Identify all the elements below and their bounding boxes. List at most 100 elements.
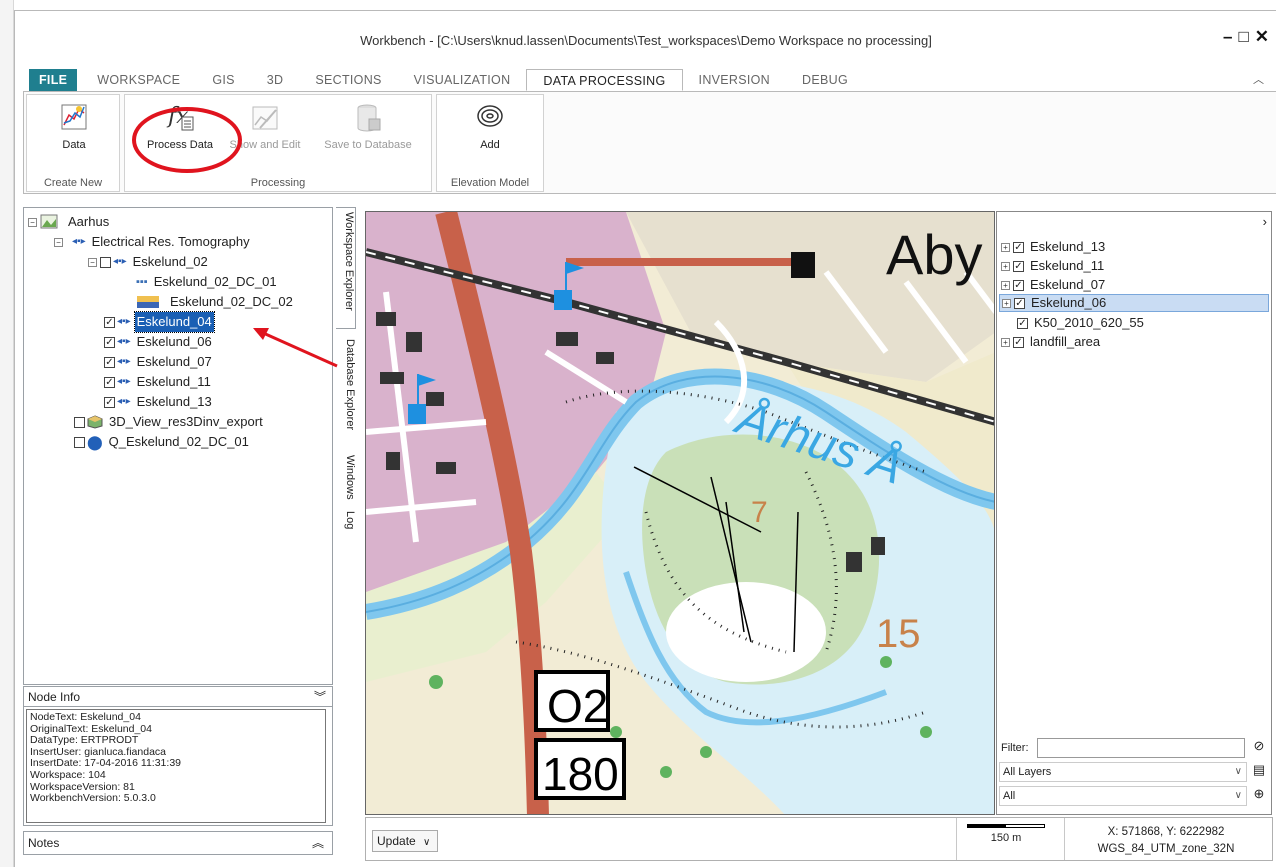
notes-panel[interactable]: Notes ︽ <box>23 831 333 855</box>
checkbox-checked[interactable]: ✓ <box>1013 260 1024 272</box>
update-button[interactable]: Update ∨ <box>372 830 438 852</box>
window-title: Workbench - [C:\Users\knud.lassen\Docume… <box>360 33 932 48</box>
side-tabs: Workspace Explorer Database Explorer Win… <box>335 207 357 827</box>
background-strip <box>0 0 14 867</box>
collapse-icon[interactable]: − <box>28 217 37 227</box>
tab-debug[interactable]: DEBUG <box>786 69 864 91</box>
chevron-up-icon[interactable]: ︽ <box>312 832 324 854</box>
checkbox-checked[interactable]: ✓ <box>1014 297 1025 309</box>
tab-workspace[interactable]: WORKSPACE <box>81 69 196 91</box>
group-elevation-model: Add Elevation Model <box>436 94 544 192</box>
filter-clear-icon[interactable]: ⊘ <box>1249 738 1269 758</box>
electrode-line-icon: ◂▪▸ <box>117 376 131 387</box>
tab-windows[interactable]: Windows <box>336 455 356 505</box>
expand-icon[interactable]: + <box>1001 337 1010 347</box>
checkbox-checked[interactable]: ✓ <box>1013 336 1024 348</box>
tab-workspace-explorer[interactable]: Workspace Explorer <box>336 207 356 329</box>
layer-label: Eskelund_11 <box>1030 258 1105 273</box>
scale-bar: 150 m <box>966 824 1046 844</box>
layers-select[interactable]: All Layers ∨ <box>999 762 1247 782</box>
map-view[interactable]: Aby Århus Å 15 7 O2 180 <box>365 211 995 815</box>
tab-log[interactable]: Log <box>336 511 356 541</box>
checkbox-checked[interactable]: ✓ <box>1013 279 1024 291</box>
expand-icon[interactable]: + <box>1001 242 1010 252</box>
layer-eskelund-06[interactable]: + ✓ Eskelund_06 <box>999 294 1269 312</box>
ribbon-collapse-icon[interactable]: ︿ <box>1253 71 1264 87</box>
tree-label-aarhus: Aarhus <box>68 214 110 229</box>
tree-node-eskelund-06[interactable]: ✓ ◂▪▸ Eskelund_06 <box>104 332 214 352</box>
tree-label-eskelund-02: Eskelund_02 <box>132 254 208 269</box>
tab-file[interactable]: FILE <box>29 69 78 91</box>
checkbox-checked[interactable]: ✓ <box>104 356 115 368</box>
layers-select-value: All Layers <box>1003 766 1052 778</box>
collapse-icon[interactable]: − <box>88 257 97 267</box>
tab-gis[interactable]: GIS <box>196 69 250 91</box>
update-label: Update <box>377 834 416 848</box>
tree-label-eskelund-13: Eskelund_13 <box>136 394 212 409</box>
node-info-header: Node Info <box>24 687 332 707</box>
tree-node-ert[interactable]: − ◂▪▸ Electrical Res. Tomography <box>54 232 252 252</box>
checkbox-checked[interactable]: ✓ <box>104 316 115 328</box>
tree-label-3d-view: 3D_View_res3Dinv_export <box>109 414 263 429</box>
layer-eskelund-11[interactable]: + ✓ Eskelund_11 <box>1001 257 1104 275</box>
tab-database-explorer[interactable]: Database Explorer <box>336 337 356 447</box>
expand-icon[interactable]: + <box>1001 261 1010 271</box>
tree-node-dc01[interactable]: ▪▪▪ Eskelund_02_DC_01 <box>136 272 279 292</box>
collapse-icon[interactable]: − <box>54 237 63 247</box>
chevron-down-icon[interactable]: ︾ <box>314 688 326 705</box>
globe-icon[interactable]: ⊕ <box>1249 786 1269 806</box>
notes-label: Notes <box>28 836 60 850</box>
tree-label-eskelund-11: Eskelund_11 <box>136 374 211 389</box>
tree-node-dc02[interactable]: Eskelund_02_DC_02 <box>136 292 295 312</box>
checkbox-unchecked[interactable] <box>100 256 111 268</box>
layer-label: Eskelund_07 <box>1030 277 1106 292</box>
tree-node-q-eskelund[interactable]: ⬤ Q_Eskelund_02_DC_01 <box>74 432 251 452</box>
layer-k50[interactable]: ✓ K50_2010_620_55 <box>1017 314 1144 332</box>
checkbox-checked[interactable]: ✓ <box>104 376 115 388</box>
tab-data-processing[interactable]: DATA PROCESSING <box>526 69 683 91</box>
type-select[interactable]: All ∨ <box>999 786 1247 806</box>
layer-eskelund-13[interactable]: + ✓ Eskelund_13 <box>1001 238 1105 256</box>
tab-sections[interactable]: SECTIONS <box>299 69 397 91</box>
expand-icon[interactable]: + <box>1002 298 1011 308</box>
tree-node-aarhus[interactable]: − Aarhus <box>28 212 111 232</box>
coordinate-readout: X: 571868, Y: 6222982 WGS_84_UTM_zone_32… <box>1066 824 1266 858</box>
tab-visualization[interactable]: VISUALIZATION <box>398 69 527 91</box>
checkbox-checked[interactable]: ✓ <box>1017 317 1028 329</box>
tree-node-eskelund-13[interactable]: ✓ ◂▪▸ Eskelund_13 <box>104 392 214 412</box>
close-icon[interactable]: ✕ <box>1255 27 1271 47</box>
tree-node-eskelund-11[interactable]: ✓ ◂▪▸ Eskelund_11 <box>104 372 213 392</box>
layer-landfill[interactable]: + ✓ landfill_area <box>1001 333 1100 351</box>
scale-bar-graphic <box>967 824 1045 828</box>
checkbox-unchecked[interactable] <box>74 436 85 448</box>
expand-icon[interactable]: + <box>1001 280 1010 290</box>
tree-label-dc02: Eskelund_02_DC_02 <box>170 294 293 309</box>
add-elevation-button[interactable]: Add <box>445 101 535 151</box>
tree-node-eskelund-04[interactable]: ✓ ◂▪▸ Eskelund_04 <box>104 311 215 333</box>
tab-3d[interactable]: 3D <box>251 69 300 91</box>
church-symbol <box>791 252 815 278</box>
layer-label: Eskelund_06 <box>1031 295 1107 310</box>
map-canvas: Aby Århus Å 15 7 O2 180 <box>366 212 994 814</box>
checkbox-unchecked[interactable] <box>74 416 85 428</box>
map-pin-icon: ⬤ <box>87 434 103 450</box>
tab-inversion[interactable]: INVERSION <box>683 69 786 91</box>
save-to-database-button[interactable]: Save to Database <box>313 101 423 151</box>
checkbox-checked[interactable]: ✓ <box>1013 241 1024 253</box>
minimize-icon[interactable]: – <box>1223 27 1234 47</box>
checkbox-checked[interactable]: ✓ <box>104 336 115 348</box>
contour-icon <box>477 105 503 127</box>
layer-label: landfill_area <box>1030 334 1101 349</box>
checkbox-checked[interactable]: ✓ <box>104 396 115 408</box>
chevron-right-icon[interactable]: › <box>1263 214 1267 229</box>
filter-input[interactable] <box>1037 738 1245 758</box>
tree-node-eskelund-07[interactable]: ✓ ◂▪▸ Eskelund_07 <box>104 352 214 372</box>
tree-node-eskelund-02[interactable]: − ◂▪▸ Eskelund_02 <box>88 252 210 272</box>
add-layer-icon[interactable]: ▤ <box>1249 762 1269 782</box>
layer-eskelund-07[interactable]: + ✓ Eskelund_07 <box>1001 276 1105 294</box>
red-arrow-annotation <box>253 328 338 368</box>
maximize-icon[interactable]: □ <box>1238 27 1250 47</box>
tree-node-3d-view[interactable]: 3D_View_res3Dinv_export <box>74 412 265 432</box>
data-button[interactable]: Data <box>29 101 119 151</box>
chevron-down-icon: ∨ <box>1234 790 1242 801</box>
